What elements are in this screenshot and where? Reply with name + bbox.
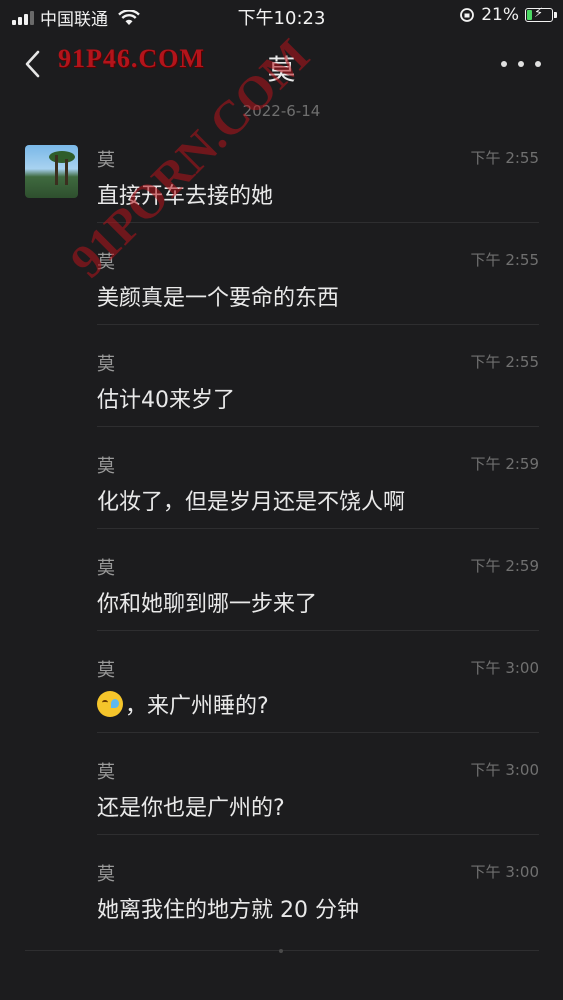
- chat-title: 莫: [267, 53, 296, 86]
- scroll-indicator: [279, 949, 283, 953]
- sender-name: 莫: [97, 864, 115, 885]
- message-text: 还是你也是广州的?: [97, 796, 285, 821]
- message-time: 下午 2:55: [470, 149, 539, 167]
- message-time: 下午 3:00: [470, 659, 539, 677]
- message-text-with-emoji: ，来广州睡的?: [97, 688, 269, 720]
- message-item[interactable]: 莫 下午 2:55 估计40来岁了: [97, 324, 539, 427]
- laughing-crying-emoji-icon: [97, 691, 123, 717]
- battery-icon: ⚡: [525, 6, 557, 22]
- message-text: 美颜真是一个要命的东西: [97, 286, 340, 311]
- message-text: ，来广州睡的?: [125, 694, 269, 719]
- sender-name: 莫: [97, 558, 115, 579]
- message-item[interactable]: 莫 下午 2:55 直接开车去接的她: [97, 120, 539, 223]
- status-bar: 中国联通 下午10:23 21% ⚡: [0, 0, 563, 32]
- date-separator: 2022-6-14: [242, 102, 321, 120]
- message-time: 下午 2:55: [470, 251, 539, 269]
- message-time: 下午 2:59: [470, 455, 539, 473]
- ellipsis-icon[interactable]: [501, 50, 541, 78]
- message-text: 你和她聊到哪一步来了: [97, 592, 318, 617]
- message-text: 估计40来岁了: [97, 388, 235, 413]
- sender-name: 莫: [97, 660, 115, 681]
- message-item[interactable]: 莫 下午 3:00 还是你也是广州的?: [97, 732, 539, 835]
- message-time: 下午 2:55: [470, 353, 539, 371]
- sender-name: 莫: [97, 762, 115, 783]
- battery-fill: [527, 10, 532, 20]
- message-text: 她离我住的地方就 20 分钟: [97, 898, 359, 923]
- message-item[interactable]: 莫 下午 2:55 美颜真是一个要命的东西: [97, 222, 539, 325]
- charging-bolt-icon: ⚡: [534, 6, 544, 21]
- message-text: 直接开车去接的她: [97, 184, 274, 209]
- sender-name: 莫: [97, 252, 115, 273]
- message-time: 下午 2:59: [470, 557, 539, 575]
- sender-name: 莫: [97, 456, 115, 477]
- message-item[interactable]: 莫 下午 2:59 你和她聊到哪一步来了: [97, 528, 539, 631]
- message-item[interactable]: 莫 下午 3:00 她离我住的地方就 20 分钟: [97, 834, 539, 936]
- avatar[interactable]: [25, 145, 78, 198]
- message-item[interactable]: 莫 下午 3:00 ，来广州睡的?: [97, 630, 539, 733]
- status-right: 21% ⚡: [459, 5, 557, 25]
- battery-percent: 21%: [481, 5, 519, 25]
- sender-name: 莫: [97, 354, 115, 375]
- sender-name: 莫: [97, 150, 115, 171]
- message-time: 下午 3:00: [470, 863, 539, 881]
- nav-bar: 91P46.COM 莫: [0, 36, 563, 92]
- message-item[interactable]: 莫 下午 2:59 化妆了，但是岁月还是不饶人啊: [97, 426, 539, 529]
- message-time: 下午 3:00: [470, 761, 539, 779]
- message-text: 化妆了，但是岁月还是不饶人啊: [97, 490, 406, 515]
- orientation-lock-icon: [460, 8, 475, 22]
